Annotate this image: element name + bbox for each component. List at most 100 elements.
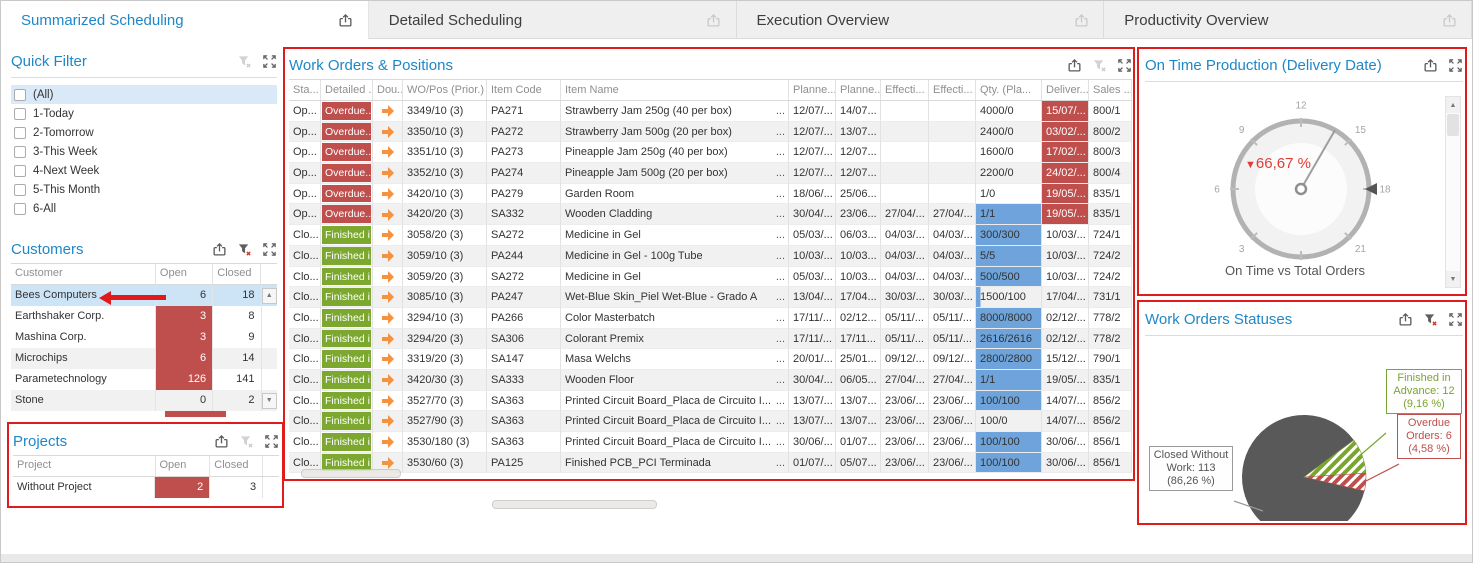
work-order-row[interactable]: Clo...Finished i...3527/70 (3)SA363Print… [289,391,1132,412]
vertical-scrollbar[interactable]: ▲ ▼ [1445,96,1461,288]
column-header[interactable]: Item Name [561,80,789,100]
quick-filter-item[interactable]: 2-Tomorrow [11,123,277,142]
column-header[interactable]: Item Code [487,80,561,100]
quick-filter-item[interactable]: 3-This Week [11,142,277,161]
work-order-row[interactable]: Op...Overdue...3352/10 (3)PA274Pineapple… [289,163,1132,184]
column-header-closed[interactable]: Closed [210,456,263,476]
work-order-row[interactable]: Op...Overdue...3349/10 (3)PA271Strawberr… [289,101,1132,122]
quick-filter-item[interactable]: 5-This Month [11,180,277,199]
export-icon[interactable] [1397,311,1413,327]
export-icon[interactable] [1422,57,1438,73]
orange-arrow-icon[interactable] [381,126,395,138]
orange-arrow-icon[interactable] [381,333,395,345]
orange-arrow-icon[interactable] [381,167,395,179]
maximize-icon[interactable] [1116,57,1132,73]
orange-arrow-icon[interactable] [381,436,395,448]
work-order-row[interactable]: Clo...Finished i...3294/20 (3)SA306Color… [289,329,1132,350]
orange-arrow-icon[interactable] [381,415,395,427]
table-row[interactable]: Parametechnology126141 [11,369,277,390]
column-header-project[interactable]: Project [13,456,156,476]
column-header-closed[interactable]: Closed [213,264,261,284]
maximize-icon[interactable] [261,241,277,257]
floating-scrollbar[interactable] [492,500,657,509]
orange-arrow-icon[interactable] [381,105,395,117]
column-header[interactable]: Dou... [373,80,403,100]
work-order-row[interactable]: Clo...Finished i...3530/180 (3)SA363Prin… [289,432,1132,453]
export-icon[interactable] [213,433,229,449]
work-order-row[interactable]: Op...Overdue...3420/10 (3)PA279Garden Ro… [289,184,1132,205]
table-row[interactable]: Earthshaker Corp.38 [11,306,277,327]
tab-summarized-scheduling[interactable]: Summarized Scheduling [1,1,369,39]
work-order-row[interactable]: Clo...Finished i...3319/20 (3)SA147Masa … [289,349,1132,370]
column-header-open[interactable]: Open [156,264,213,284]
orange-arrow-icon[interactable] [381,395,395,407]
work-order-row[interactable]: Op...Overdue...3351/10 (3)PA273Pineapple… [289,142,1132,163]
filter-clear-icon[interactable] [1091,57,1107,73]
table-row[interactable]: Microchips614 [11,348,277,369]
column-header[interactable]: Effecti... [929,80,976,100]
work-order-row[interactable]: Op...Overdue...3420/20 (3)SA332Wooden Cl… [289,204,1132,225]
checkbox[interactable] [14,203,26,215]
orange-arrow-icon[interactable] [381,146,395,158]
table-row[interactable]: Stone02▼ [11,390,277,411]
column-header[interactable]: Qty. (Pla... [976,80,1042,100]
scroll-up-button[interactable]: ▲ [262,288,277,304]
floating-scrollbar[interactable] [301,469,401,478]
column-header[interactable]: Planne... [836,80,881,100]
orange-arrow-icon[interactable] [381,457,395,469]
export-icon[interactable] [1066,57,1082,73]
table-row[interactable]: Without Project23 [13,477,279,498]
orange-arrow-icon[interactable] [381,353,395,365]
orange-arrow-icon[interactable] [381,374,395,386]
tab-execution-overview[interactable]: Execution Overview [737,1,1105,39]
column-header[interactable]: Sales ... [1089,80,1132,100]
checkbox[interactable] [14,184,26,196]
checkbox[interactable] [14,165,26,177]
column-header[interactable]: Detailed ... [321,80,373,100]
orange-arrow-icon[interactable] [381,209,395,221]
work-order-row[interactable]: Clo...Finished i...3527/90 (3)SA363Print… [289,411,1132,432]
quick-filter-item[interactable]: 6-All [11,199,277,218]
tab-productivity-overview[interactable]: Productivity Overview [1104,1,1472,39]
work-order-row[interactable]: Clo...Finished i...3294/10 (3)PA266Color… [289,308,1132,329]
column-header-customer[interactable]: Customer [11,264,156,284]
checkbox[interactable] [14,89,26,101]
export-icon[interactable] [706,12,722,28]
tab-detailed-scheduling[interactable]: Detailed Scheduling [369,1,737,39]
column-header[interactable]: Deliver... [1042,80,1089,100]
orange-arrow-icon[interactable] [381,188,395,200]
checkbox[interactable] [14,108,26,120]
maximize-icon[interactable] [261,53,277,69]
filter-clear-icon-active[interactable] [1422,311,1438,327]
scroll-down-button[interactable]: ▼ [1446,271,1460,287]
export-icon[interactable] [1073,12,1089,28]
orange-arrow-icon[interactable] [381,271,395,283]
work-order-row[interactable]: Clo...Finished i...3059/20 (3)SA272Medic… [289,267,1132,288]
work-order-row[interactable]: Clo...Finished i...3059/10 (3)PA244Medic… [289,246,1132,267]
export-icon[interactable] [338,12,354,28]
work-order-row[interactable]: Clo...Finished i...3085/10 (3)PA247Wet-B… [289,287,1132,308]
filter-clear-icon[interactable] [236,53,252,69]
work-order-row[interactable]: Op...Overdue...3350/10 (3)PA272Strawberr… [289,122,1132,143]
checkbox[interactable] [14,146,26,158]
work-order-row[interactable]: Clo...Finished i...3058/20 (3)SA272Medic… [289,225,1132,246]
filter-clear-icon-active[interactable] [236,241,252,257]
quick-filter-item[interactable]: 4-Next Week [11,161,277,180]
column-header[interactable]: Planne... [789,80,836,100]
checkbox[interactable] [14,127,26,139]
export-icon[interactable] [211,241,227,257]
work-order-row[interactable]: Clo...Finished i...3530/60 (3)PA125Finis… [289,453,1132,474]
table-row[interactable]: Mashina Corp.39 [11,327,277,348]
quick-filter-item[interactable]: (All) [11,85,277,104]
column-header-open[interactable]: Open [156,456,211,476]
column-header[interactable]: WO/Pos (Prior.) [403,80,487,100]
column-header[interactable]: Effecti... [881,80,929,100]
scroll-thumb[interactable] [1447,114,1459,136]
scroll-up-button[interactable]: ▲ [1446,97,1460,113]
export-icon[interactable] [1441,12,1457,28]
maximize-icon[interactable] [263,433,279,449]
maximize-icon[interactable] [1447,57,1463,73]
maximize-icon[interactable] [1447,311,1463,327]
orange-arrow-icon[interactable] [381,250,395,262]
column-header[interactable]: Sta... [289,80,321,100]
